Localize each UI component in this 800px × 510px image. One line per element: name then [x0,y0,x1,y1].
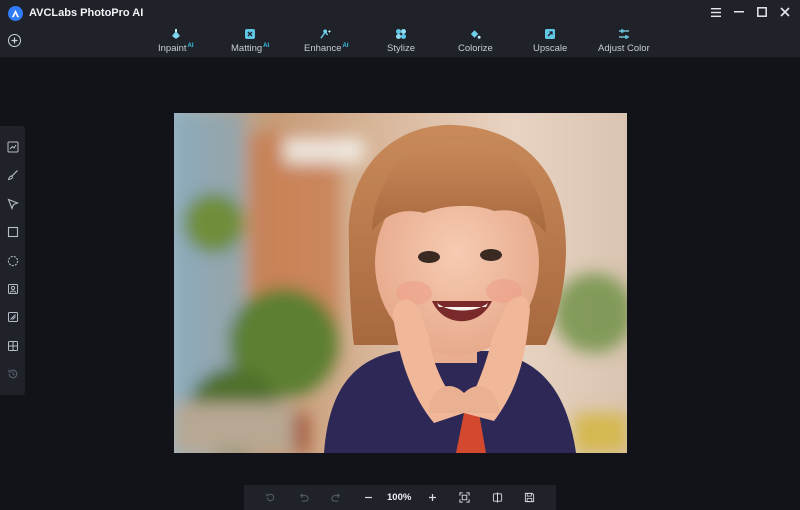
brush-icon[interactable] [6,168,19,181]
bottom-bar: 100% [244,485,556,510]
tab-enhance-label: Enhance [304,43,342,54]
adjust-color-icon [618,28,630,40]
fit-screen-icon[interactable] [458,491,470,503]
zoom-in-icon[interactable] [426,491,438,503]
tab-colorize[interactable]: Colorize [458,27,493,58]
tab-adjust-color-label: Adjust Color [598,43,650,54]
select-pointer-icon[interactable] [6,197,19,210]
tab-inpaint[interactable]: InpaintAI [158,27,194,58]
ai-badge: AI [342,43,349,49]
ai-badge: AI [263,43,270,49]
tab-matting[interactable]: MattingAI [231,27,269,58]
close-icon[interactable] [780,5,790,19]
compare-split-icon[interactable] [491,491,503,503]
left-sidebar [0,126,25,395]
tool-bar: InpaintAI MattingAI EnhanceAI Stylize Co… [0,27,800,58]
tab-enhance[interactable]: EnhanceAI [304,27,349,58]
tab-adjust-color[interactable]: Adjust Color [598,27,650,58]
colorize-icon [469,28,482,40]
enhance-icon [320,28,332,40]
tab-upscale[interactable]: Upscale [533,27,567,58]
tab-stylize-label: Stylize [387,43,415,54]
tab-inpaint-label: Inpaint [158,43,187,54]
tab-stylize[interactable]: Stylize [387,27,415,58]
rectangle-select-icon[interactable] [6,225,19,238]
matting-icon [244,28,256,40]
inpaint-icon [170,28,182,40]
upscale-icon [544,28,556,40]
portrait-select-icon[interactable] [6,282,19,295]
minimize-icon[interactable] [734,5,744,19]
zoom-level: 100% [387,492,412,503]
compare-layers-icon[interactable] [6,339,19,352]
menu-icon[interactable] [711,5,721,19]
tab-matting-label: Matting [231,43,263,54]
app-title: AVCLabs PhotoPro AI [29,7,144,19]
tab-colorize-label: Colorize [458,43,493,54]
tab-upscale-label: Upscale [533,43,568,54]
add-image-button[interactable] [8,34,21,47]
plus-icon [11,37,18,44]
ellipse-select-icon[interactable] [6,254,19,267]
redo-icon[interactable] [330,491,342,503]
maximize-icon[interactable] [757,5,767,19]
reset-icon[interactable] [264,491,276,503]
app-logo-icon [8,6,23,21]
save-icon[interactable] [523,491,535,503]
title-bar: AVCLabs PhotoPro AI [0,0,800,27]
undo-icon[interactable] [297,491,309,503]
canvas-photo[interactable] [174,113,627,453]
adjust-tool-icon[interactable] [6,140,19,153]
object-select-icon[interactable] [6,310,19,323]
zoom-out-icon[interactable] [362,491,374,503]
ai-badge: AI [187,43,194,49]
history-icon[interactable] [6,367,19,380]
stylize-icon [395,28,407,40]
